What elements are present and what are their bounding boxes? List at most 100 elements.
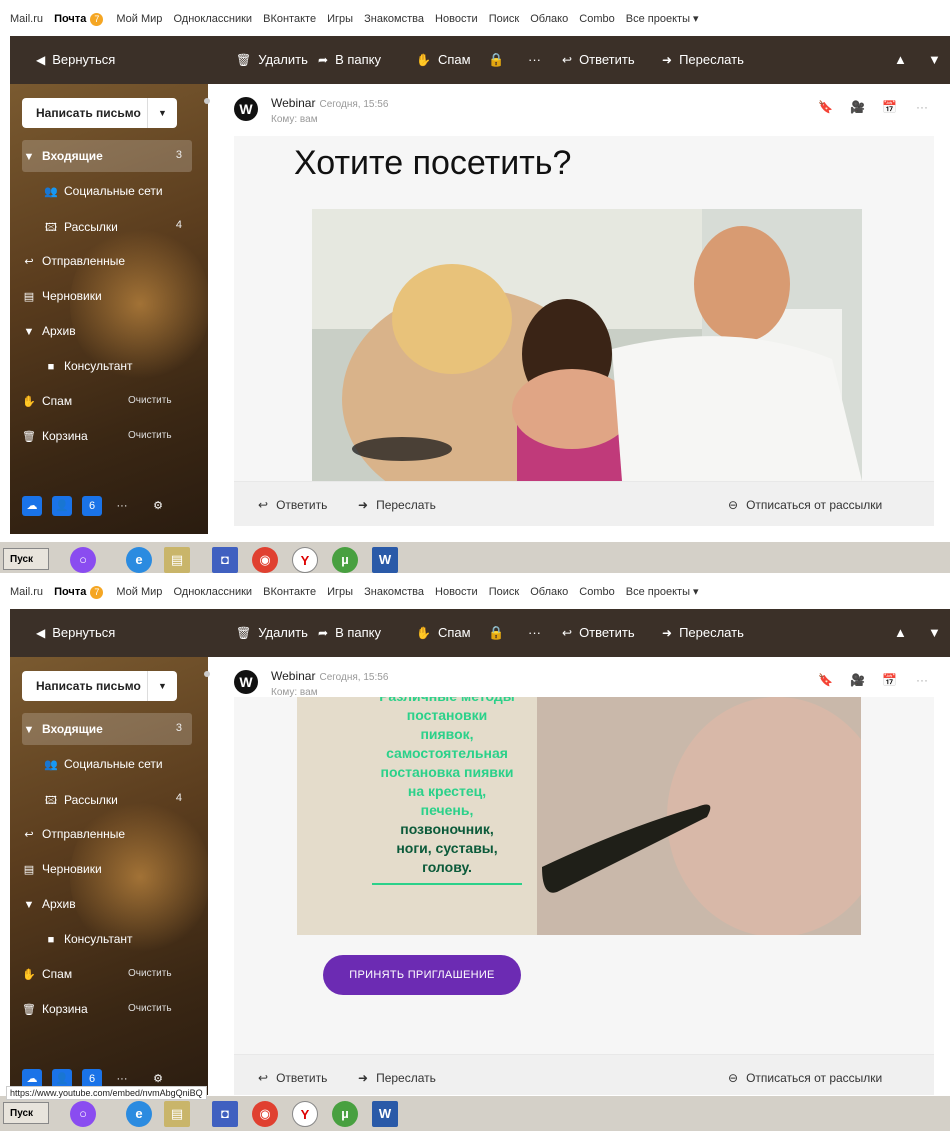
folder-inbox[interactable]: ▼ Входящие 3 bbox=[22, 140, 192, 172]
unsubscribe-button[interactable]: ⊖ Отписаться от рассылки bbox=[728, 1071, 882, 1085]
more-apps-icon[interactable]: ··· bbox=[112, 496, 132, 516]
portal-link-cloud[interactable]: Облако bbox=[530, 586, 568, 598]
back-button[interactable]: ◀ Вернуться bbox=[36, 52, 115, 67]
portal-link-news[interactable]: Новости bbox=[435, 13, 478, 25]
folder-archive[interactable]: ▼ Архив bbox=[22, 888, 192, 920]
calendar-add-icon[interactable]: 📅 bbox=[882, 100, 897, 114]
prev-message-button[interactable]: ▲ bbox=[894, 625, 907, 640]
portal-link-all-projects[interactable]: Все проекты ▾ bbox=[626, 12, 699, 25]
portal-link-moymir[interactable]: Мой Мир bbox=[116, 586, 162, 598]
forward-button[interactable]: ➜ Переслать bbox=[662, 625, 744, 640]
folder-spam[interactable]: ✋ Спам Очистить bbox=[22, 385, 192, 417]
word-icon[interactable]: W bbox=[372, 1101, 398, 1127]
clear-trash-link[interactable]: Очистить bbox=[128, 430, 172, 441]
spam-button[interactable]: ✋ Спам bbox=[416, 52, 471, 67]
utorrent-icon[interactable]: µ bbox=[332, 1101, 358, 1127]
video-icon[interactable]: 🎥 bbox=[850, 673, 865, 687]
delete-button[interactable]: 🗑 Удалить bbox=[236, 625, 308, 640]
calendar-icon[interactable]: 6 bbox=[82, 496, 102, 516]
video-icon[interactable]: 🎥 bbox=[850, 100, 865, 114]
compose-button[interactable]: Написать письмо ▼ bbox=[22, 98, 177, 128]
folder-sent[interactable]: ↩ Отправленные bbox=[22, 818, 192, 850]
folder-trash[interactable]: 🗑 Корзина Очистить bbox=[22, 993, 192, 1025]
portal-link-games[interactable]: Игры bbox=[327, 13, 353, 25]
unsubscribe-button[interactable]: ⊖ Отписаться от рассылки bbox=[728, 498, 882, 512]
calendar-add-icon[interactable]: 📅 bbox=[882, 673, 897, 687]
clear-spam-link[interactable]: Очистить bbox=[128, 395, 172, 406]
folder-spam[interactable]: ✋ Спам Очистить bbox=[22, 958, 192, 990]
portal-link-ok[interactable]: Одноклассники bbox=[173, 13, 252, 25]
alice-icon[interactable]: ○ bbox=[70, 547, 96, 573]
alice-icon[interactable]: ○ bbox=[70, 1101, 96, 1127]
portal-link-dating[interactable]: Знакомства bbox=[364, 13, 424, 25]
folder-consultant[interactable]: ■ Консультант bbox=[22, 350, 192, 382]
portal-link-games[interactable]: Игры bbox=[327, 586, 353, 598]
explorer-icon[interactable]: ▤ bbox=[164, 547, 190, 573]
next-message-button[interactable]: ▼ bbox=[928, 52, 941, 67]
footer-reply-button[interactable]: ↩ Ответить bbox=[258, 498, 327, 512]
portal-link-moymir[interactable]: Мой Мир bbox=[116, 13, 162, 25]
folder-inbox[interactable]: ▼ Входящие 3 bbox=[22, 713, 192, 745]
lock-button[interactable]: 🔒 bbox=[488, 52, 504, 68]
portal-link-combo[interactable]: Combo bbox=[579, 586, 614, 598]
portal-link-dating[interactable]: Знакомства bbox=[364, 586, 424, 598]
portal-link-mailru[interactable]: Mail.ru bbox=[10, 586, 43, 598]
footer-reply-button[interactable]: ↩ Ответить bbox=[258, 1071, 327, 1085]
clear-spam-link[interactable]: Очистить bbox=[128, 968, 172, 979]
message-sender[interactable]: Webinar Сегодня, 15:56 bbox=[271, 96, 388, 110]
folder-newsletters[interactable]: 🖾 Рассылки 4 bbox=[22, 783, 192, 815]
back-button[interactable]: ◀ Вернуться bbox=[36, 625, 115, 640]
folder-social[interactable]: 👥 Социальные сети bbox=[22, 748, 192, 780]
ie-icon[interactable]: e bbox=[126, 1101, 152, 1127]
bookmark-icon[interactable]: 🔖 bbox=[818, 100, 833, 114]
move-to-folder-button[interactable]: ➦ В папку bbox=[318, 52, 381, 67]
chrome-icon[interactable]: ◉ bbox=[252, 547, 278, 573]
reply-button[interactable]: ↩ Ответить bbox=[562, 625, 635, 640]
folder-sent[interactable]: ↩ Отправленные bbox=[22, 245, 192, 277]
more-button[interactable]: ··· bbox=[528, 52, 541, 67]
portal-link-search[interactable]: Поиск bbox=[489, 13, 519, 25]
read-status-dot[interactable] bbox=[204, 98, 210, 104]
next-message-button[interactable]: ▼ bbox=[928, 625, 941, 640]
clear-trash-link[interactable]: Очистить bbox=[128, 1003, 172, 1014]
more-icon[interactable]: ··· bbox=[916, 100, 928, 114]
media-player-icon[interactable]: ◘ bbox=[212, 547, 238, 573]
folder-trash[interactable]: 🗑 Корзина Очистить bbox=[22, 420, 192, 452]
footer-forward-button[interactable]: ➜ Переслать bbox=[358, 1071, 436, 1085]
prev-message-button[interactable]: ▲ bbox=[894, 52, 907, 67]
portal-link-pochta[interactable]: Почта bbox=[54, 586, 86, 598]
portal-link-news[interactable]: Новости bbox=[435, 586, 478, 598]
explorer-icon[interactable]: ▤ bbox=[164, 1101, 190, 1127]
chrome-icon[interactable]: ◉ bbox=[252, 1101, 278, 1127]
accept-invitation-button[interactable]: ПРИНЯТЬ ПРИГЛАШЕНИЕ bbox=[323, 955, 521, 995]
lock-button[interactable]: 🔒 bbox=[488, 625, 504, 641]
gear-icon[interactable]: ⚙ bbox=[148, 496, 168, 516]
portal-link-ok[interactable]: Одноклассники bbox=[173, 586, 252, 598]
yandex-browser-icon[interactable]: Y bbox=[292, 1101, 318, 1127]
read-status-dot[interactable] bbox=[204, 671, 210, 677]
folder-newsletters[interactable]: 🖾 Рассылки 4 bbox=[22, 210, 192, 242]
cloud-icon[interactable]: ☁ bbox=[22, 496, 42, 516]
folder-consultant[interactable]: ■ Консультант bbox=[22, 923, 192, 955]
more-icon[interactable]: ··· bbox=[916, 673, 928, 687]
portal-link-mailru[interactable]: Mail.ru bbox=[10, 13, 43, 25]
move-to-folder-button[interactable]: ➦ В папку bbox=[318, 625, 381, 640]
spam-button[interactable]: ✋ Спам bbox=[416, 625, 471, 640]
forward-button[interactable]: ➜ Переслать bbox=[662, 52, 744, 67]
chevron-down-icon[interactable]: ▼ bbox=[147, 98, 177, 128]
compose-button[interactable]: Написать письмо ▼ bbox=[22, 671, 177, 701]
chevron-down-icon[interactable]: ▼ bbox=[147, 671, 177, 701]
reply-button[interactable]: ↩ Ответить bbox=[562, 52, 635, 67]
portal-link-pochta[interactable]: Почта bbox=[54, 13, 86, 25]
portal-link-vk[interactable]: ВКонтакте bbox=[263, 586, 316, 598]
folder-social[interactable]: 👥 Социальные сети bbox=[22, 175, 192, 207]
message-sender[interactable]: Webinar Сегодня, 15:56 bbox=[271, 669, 388, 683]
portal-link-cloud[interactable]: Облако bbox=[530, 13, 568, 25]
portal-link-search[interactable]: Поиск bbox=[489, 586, 519, 598]
portal-link-combo[interactable]: Combo bbox=[579, 13, 614, 25]
start-button[interactable]: Пуск bbox=[3, 548, 49, 570]
folder-archive[interactable]: ▼ Архив bbox=[22, 315, 192, 347]
start-button[interactable]: Пуск bbox=[3, 1102, 49, 1124]
portal-link-vk[interactable]: ВКонтакте bbox=[263, 13, 316, 25]
portal-link-all-projects[interactable]: Все проекты ▾ bbox=[626, 585, 699, 598]
